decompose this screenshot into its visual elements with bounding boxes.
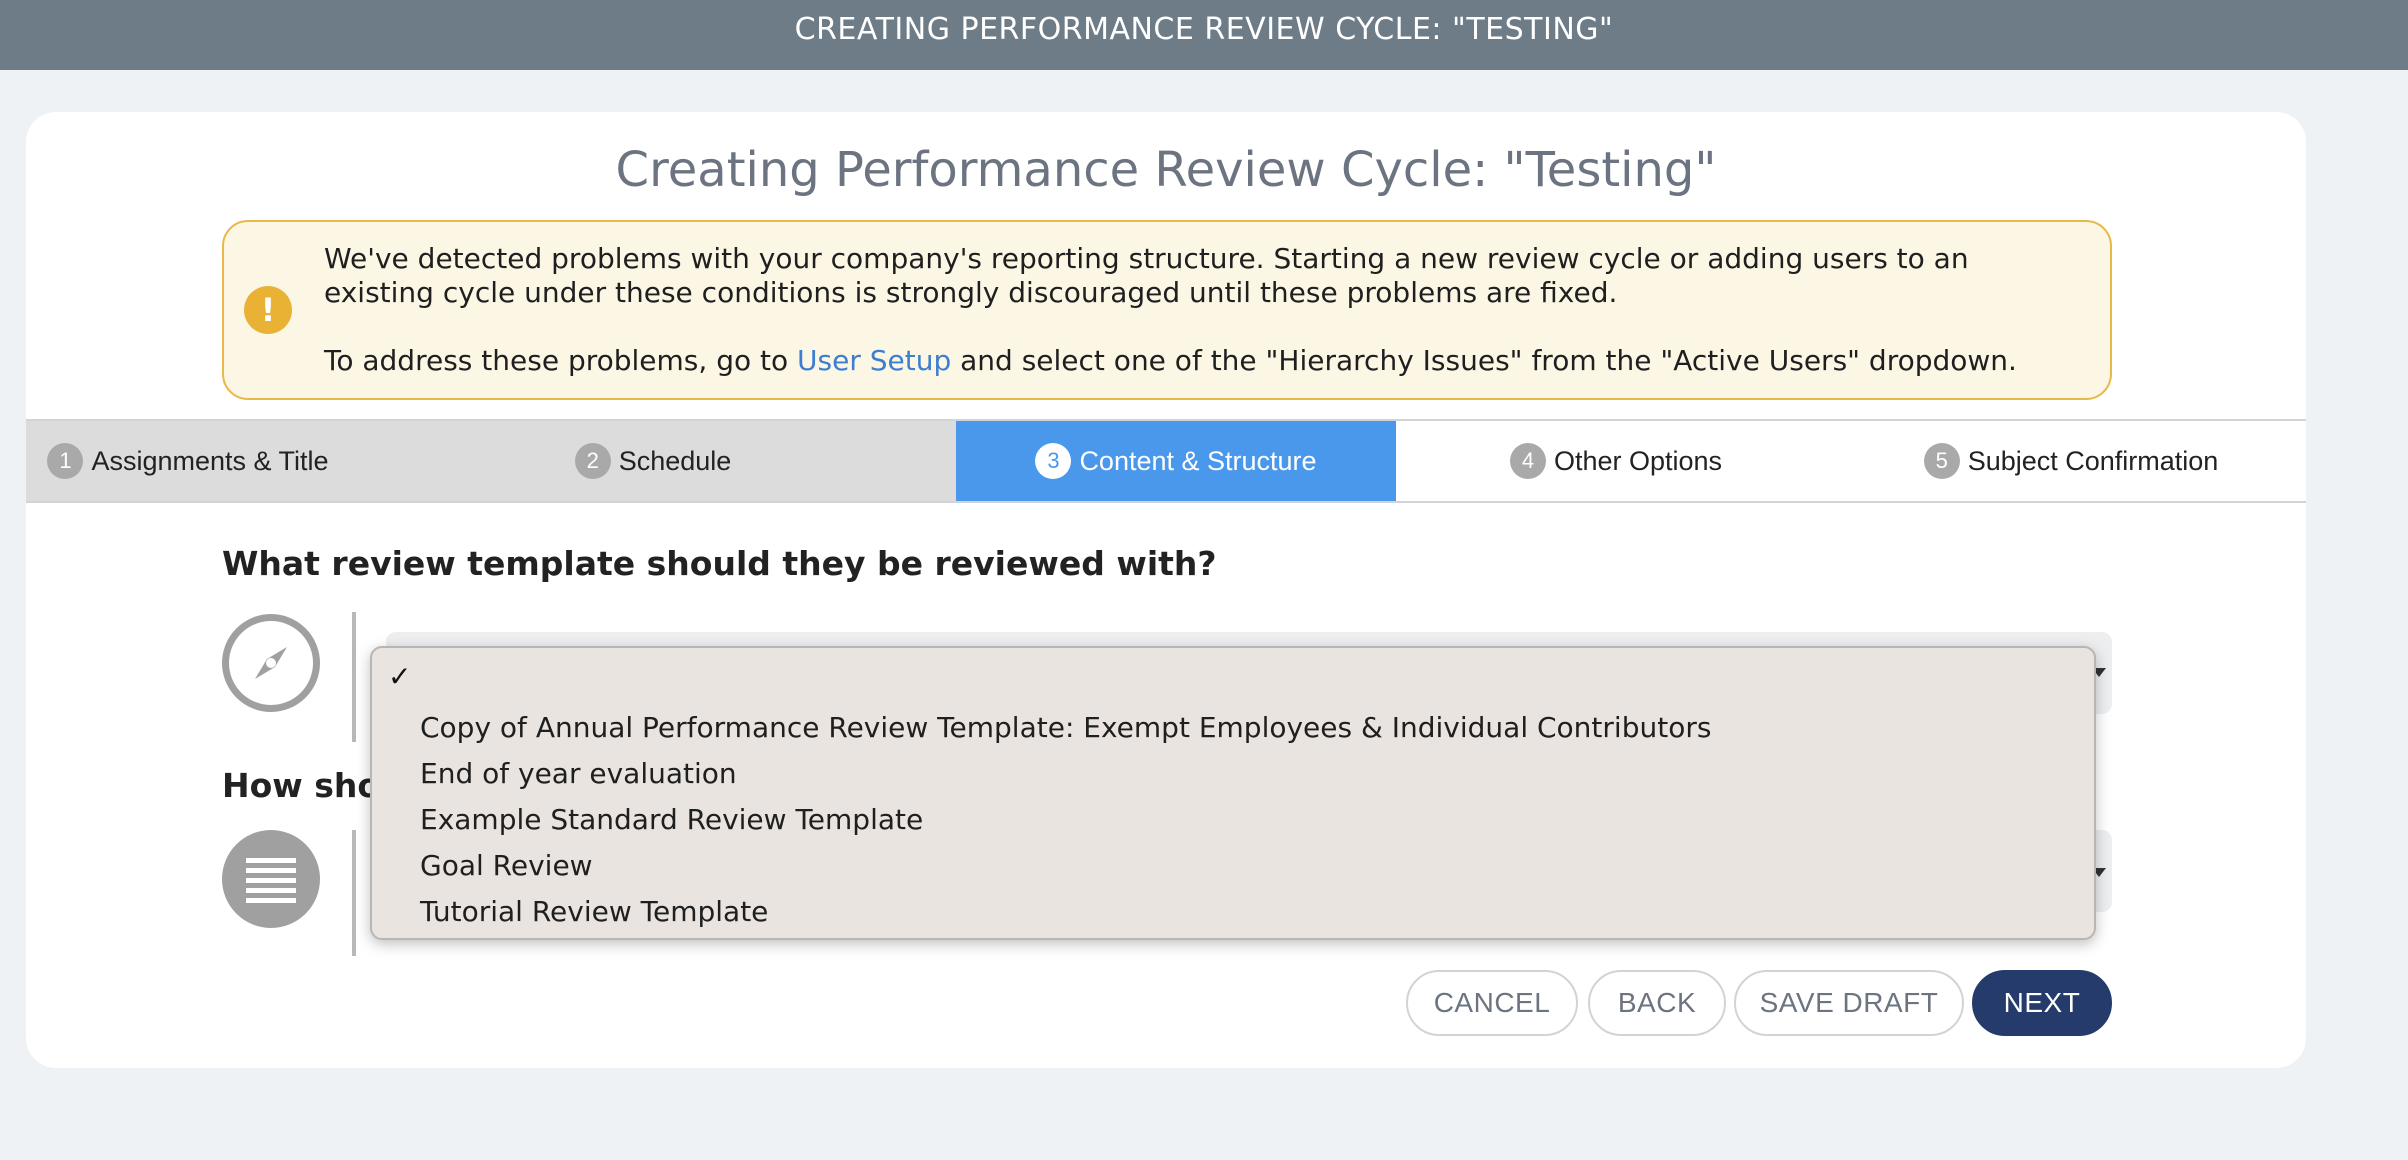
warning-fix-instructions: To address these problems, go to User Se… — [324, 344, 2084, 378]
warning-message: We've detected problems with your compan… — [324, 242, 1969, 309]
template-question: What review template should they be revi… — [222, 544, 1217, 583]
step-assignments-title[interactable]: 1 Assignments & Title — [26, 421, 350, 501]
step-label: Other Options — [1553, 445, 1723, 476]
step-schedule-content[interactable]: 2 Schedule — [350, 421, 956, 501]
step-content-structure[interactable]: 3 Content & Structure — [956, 421, 1396, 501]
step-label: Assignments & Title — [91, 445, 329, 476]
step-number: 5 — [1923, 443, 1960, 479]
window-title: CREATING PERFORMANCE REVIEW CYCLE: "TEST… — [794, 12, 1614, 47]
divider — [352, 830, 356, 956]
page-title: Creating Performance Review Cycle: "Test… — [615, 142, 1717, 198]
step-label: Schedule — [618, 445, 732, 476]
step-number: 3 — [1035, 443, 1072, 479]
step-subject-confirmation[interactable]: 5 Subject Confirmation — [1836, 421, 2306, 501]
checkmark-icon[interactable]: ✓ — [388, 660, 411, 693]
wizard-steps: 1 Assignments & Title 2 Schedule 3 Conte… — [26, 419, 2306, 503]
step-number: 2 — [574, 443, 611, 479]
divider — [352, 612, 356, 742]
list-lines-icon — [222, 830, 320, 928]
dropdown-option[interactable]: Copy of Annual Performance Review Templa… — [420, 706, 1711, 750]
dropdown-option[interactable]: Tutorial Review Template — [420, 890, 768, 934]
exclamation-icon: ! — [244, 286, 292, 334]
window-title-bar: CREATING PERFORMANCE REVIEW CYCLE: "TEST… — [0, 0, 2408, 70]
step-label: Subject Confirmation — [1967, 445, 2219, 476]
dropdown-option[interactable]: Example Standard Review Template — [420, 798, 923, 842]
step-other-options[interactable]: 4 Other Options — [1396, 421, 1836, 501]
warning-fix-suffix: and select one of the "Hierarchy Issues"… — [951, 344, 2017, 377]
compass-icon — [222, 614, 320, 712]
user-setup-link[interactable]: User Setup — [797, 344, 951, 377]
main-card: Creating Performance Review Cycle: "Test… — [26, 112, 2306, 1068]
cancel-button[interactable]: CANCEL — [1406, 970, 1578, 1036]
next-button[interactable]: NEXT — [1972, 970, 2112, 1036]
dropdown-option[interactable]: End of year evaluation — [420, 752, 737, 796]
step-number: 4 — [1509, 443, 1546, 479]
template-dropdown-menu: ✓ Copy of Annual Performance Review Temp… — [370, 646, 2096, 940]
step-number: 1 — [47, 443, 84, 479]
warning-banner: ! We've detected problems with your comp… — [222, 220, 2112, 400]
dropdown-option[interactable]: Goal Review — [420, 844, 593, 888]
save-draft-button[interactable]: SAVE DRAFT — [1734, 970, 1964, 1036]
step-label: Content & Structure — [1079, 445, 1317, 476]
warning-fix-prefix: To address these problems, go to — [324, 344, 798, 377]
back-button[interactable]: BACK — [1588, 970, 1726, 1036]
